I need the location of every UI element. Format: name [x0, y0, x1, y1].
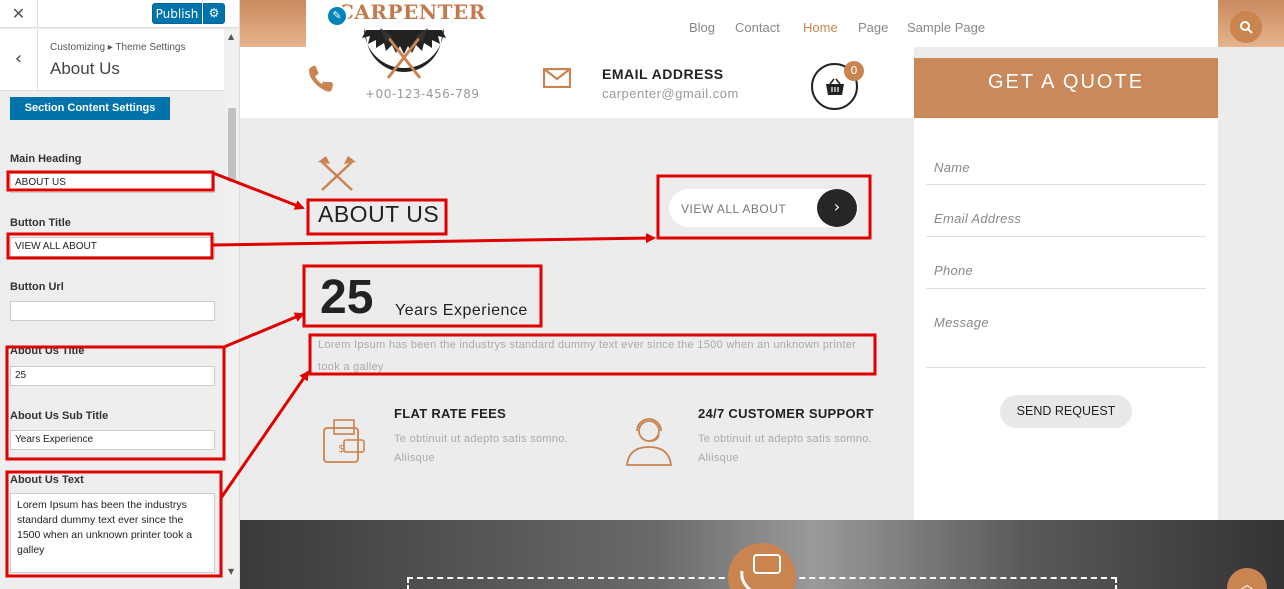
scrollbar-thumb[interactable]: [228, 108, 236, 182]
about-text-textarea[interactable]: Lorem Ipsum has been the industrys stand…: [10, 493, 215, 573]
scroll-to-top-chevron-up-icon[interactable]: ︿: [1227, 568, 1267, 589]
email-icon: [543, 68, 571, 88]
phone-input[interactable]: Phone: [934, 263, 973, 278]
nav-sample-page[interactable]: Sample Page: [907, 20, 985, 35]
nav-page[interactable]: Page: [858, 20, 888, 35]
email-heading: EMAIL ADDRESS: [602, 66, 724, 82]
years-number: 25: [320, 271, 374, 324]
publish-settings-gear-icon[interactable]: ⚙: [203, 3, 225, 24]
svg-text:$: $: [338, 442, 345, 455]
scroll-up-icon[interactable]: ▲: [228, 32, 234, 41]
get-a-quote-header: GET A QUOTE: [914, 58, 1218, 118]
view-all-about-button[interactable]: VIEW ALL ABOUT ›: [669, 189, 858, 227]
about-subtitle-label: About Us Sub Title: [10, 410, 109, 422]
nav-home[interactable]: Home: [803, 20, 838, 35]
feature-text-support: Te obtinuit ut adepto satis somno. Aliis…: [698, 433, 873, 464]
about-text: Lorem Ipsum has been the industrys stand…: [318, 339, 857, 373]
message-underline: [926, 367, 1206, 368]
feature-title-support: 24/7 CUSTOMER SUPPORT: [698, 406, 874, 421]
nav-blog[interactable]: Blog: [689, 20, 715, 35]
feature-title-flat-rate: FLAT RATE FEES: [394, 406, 507, 421]
send-request-button[interactable]: SEND REQUEST: [1000, 395, 1132, 428]
email-underline: [926, 236, 1206, 237]
scroll-down-icon[interactable]: ▼: [228, 567, 234, 576]
edit-shortcut-pencil-icon[interactable]: ✎: [326, 5, 348, 27]
button-title-input[interactable]: VIEW ALL ABOUT: [10, 237, 215, 257]
breadcrumb: Customizing ▸ Theme Settings: [50, 42, 186, 53]
sidebar-scrollbar[interactable]: ▲ ▼: [225, 30, 239, 578]
button-url-label: Button Url: [10, 281, 64, 293]
crossed-axes-icon: [318, 156, 356, 191]
logo-text: CARPENTER: [338, 0, 486, 24]
email-address: carpenter@gmail.com: [602, 86, 739, 101]
site-preview: Blog Contact Home Page Sample Page EMAIL…: [240, 0, 1284, 589]
bottom-banner: ︿: [240, 520, 1284, 589]
phone-underline: [926, 288, 1206, 289]
message-textarea[interactable]: Message: [934, 315, 989, 330]
customizer-top-bar: ✕ Publish ⚙: [0, 0, 239, 28]
header-band-left: [240, 0, 306, 47]
main-heading-input[interactable]: ABOUT US: [10, 173, 215, 193]
support-agent-icon: [625, 418, 673, 466]
wallet-icon: $: [323, 419, 365, 463]
button-url-input[interactable]: [10, 301, 215, 321]
view-all-about-label: VIEW ALL ABOUT: [681, 202, 787, 216]
about-subtitle-input[interactable]: Years Experience: [10, 430, 215, 450]
main-heading-label: Main Heading: [10, 153, 82, 165]
section-content-settings-button[interactable]: Section Content Settings: [10, 97, 170, 120]
site-logo[interactable]: CARPENTER: [324, 0, 486, 82]
name-input[interactable]: Name: [934, 160, 970, 175]
email-input[interactable]: Email Address: [934, 211, 1021, 226]
nav-contact[interactable]: Contact: [735, 20, 780, 35]
phone-chat-icon: [728, 543, 796, 589]
chevron-right-icon[interactable]: ›: [817, 189, 857, 227]
feature-text-flat-rate: Te obtinuit ut adepto satis somno. Aliis…: [394, 433, 569, 464]
quote-form: Name Email Address Phone Message SEND RE…: [914, 118, 1218, 520]
customizer-sidebar: ✕ Publish ⚙ ‹ Customizing ▸ Theme Settin…: [0, 0, 240, 589]
about-title-label: About Us Title: [10, 345, 85, 357]
phone-number: +00-123-456-789: [365, 87, 480, 101]
close-customizer-button[interactable]: ✕: [0, 0, 38, 28]
about-text-label: About Us Text: [10, 474, 84, 486]
back-button[interactable]: ‹: [0, 29, 38, 90]
cart-count-badge: 0: [844, 61, 864, 81]
button-title-label: Button Title: [10, 217, 71, 229]
publish-button[interactable]: Publish: [152, 3, 202, 24]
section-header: ‹ Customizing ▸ Theme Settings About Us: [0, 29, 224, 91]
about-title-input[interactable]: 25: [10, 366, 215, 386]
basket-icon: [825, 78, 844, 95]
search-icon[interactable]: [1230, 11, 1262, 43]
name-underline: [926, 184, 1206, 185]
about-heading: ABOUT US: [318, 201, 440, 227]
section-title: About Us: [50, 59, 120, 78]
years-subtitle: Years Experience: [395, 302, 528, 319]
